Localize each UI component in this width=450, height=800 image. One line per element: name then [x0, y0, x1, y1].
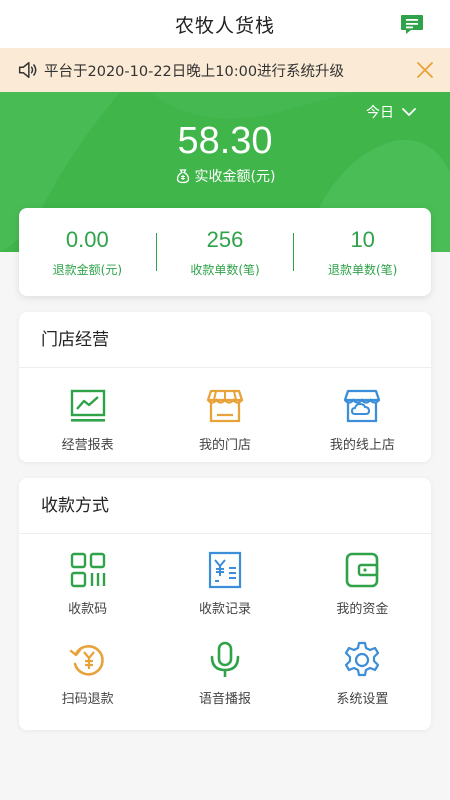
- stat-refund-amount[interactable]: 0.00 退款金额(元): [19, 227, 156, 278]
- item-label: 经营报表: [61, 438, 114, 453]
- my-store-button[interactable]: 我的门店: [156, 386, 293, 453]
- scan-refund-button[interactable]: 扫码退款: [19, 640, 156, 730]
- notice-text: 平台于2020-10-22日晚上10:00进行系统升级: [44, 63, 345, 80]
- refund-icon: [69, 645, 104, 676]
- item-label: 收款码: [68, 602, 108, 617]
- item-label: 我的门店: [198, 438, 251, 453]
- message-icon[interactable]: [400, 12, 424, 36]
- payment-methods-card: 收款方式 收款码 收款记录 我的资金 扫码退款 语音播报 系统设置: [19, 478, 431, 730]
- received-amount-label: 实收金额(元): [194, 169, 276, 185]
- period-selector[interactable]: 今日: [366, 102, 416, 122]
- received-amount: 58.30: [177, 120, 273, 162]
- receipt-record-icon: [208, 551, 242, 589]
- item-label: 扫码退款: [61, 692, 114, 707]
- period-label: 今日: [366, 105, 394, 121]
- item-label: 系统设置: [336, 692, 389, 707]
- stat-label: 收款单数(笔): [190, 262, 260, 277]
- stats-card: 0.00 退款金额(元) 256 收款单数(笔) 10 退款单数(笔): [19, 208, 431, 296]
- item-label: 我的线上店: [329, 438, 395, 453]
- wallet-icon: [346, 552, 379, 588]
- system-settings-button[interactable]: 系统设置: [294, 640, 431, 730]
- item-label: 收款记录: [198, 602, 251, 617]
- business-report-button[interactable]: 经营报表: [19, 386, 156, 453]
- stat-value: 256: [206, 226, 244, 252]
- my-online-store-button[interactable]: 我的线上店: [294, 386, 431, 453]
- stat-value: 0.00: [65, 226, 109, 252]
- qr-code-icon: [70, 552, 105, 588]
- my-funds-button[interactable]: 我的资金: [294, 550, 431, 640]
- report-chart-icon: [70, 389, 105, 422]
- stat-label: 退款金额(元): [52, 262, 123, 277]
- app-header: 农牧人货栈: [0, 0, 450, 48]
- store-operations-card: 门店经营 经营报表 我的门店 我的线上店: [19, 312, 431, 462]
- speaker-icon: [18, 61, 37, 79]
- money-bag-icon: [176, 169, 189, 184]
- close-icon[interactable]: [416, 61, 434, 79]
- stat-payment-count[interactable]: 256 收款单数(笔): [157, 227, 294, 278]
- payment-record-button[interactable]: 收款记录: [156, 550, 293, 640]
- voice-broadcast-button[interactable]: 语音播报: [156, 640, 293, 730]
- settings-icon: [345, 641, 380, 677]
- received-amount-label-row: 实收金额(元): [0, 166, 450, 186]
- chevron-down-icon: [402, 108, 416, 116]
- stat-label: 退款单数(笔): [327, 262, 398, 277]
- item-label: 语音播报: [198, 692, 251, 707]
- notice-bar: 平台于2020-10-22日晚上10:00进行系统升级: [0, 48, 450, 92]
- item-label: 我的资金: [336, 602, 389, 617]
- store-icon: [206, 389, 244, 423]
- microphone-icon: [210, 641, 240, 677]
- page-title: 农牧人货栈: [174, 14, 275, 37]
- stat-refund-count[interactable]: 10 退款单数(笔): [294, 227, 431, 278]
- section-title: 门店经营: [19, 312, 431, 368]
- section-title: 收款方式: [19, 478, 431, 534]
- stat-value: 10: [350, 226, 375, 252]
- payment-code-button[interactable]: 收款码: [19, 550, 156, 640]
- online-store-icon: [344, 389, 381, 423]
